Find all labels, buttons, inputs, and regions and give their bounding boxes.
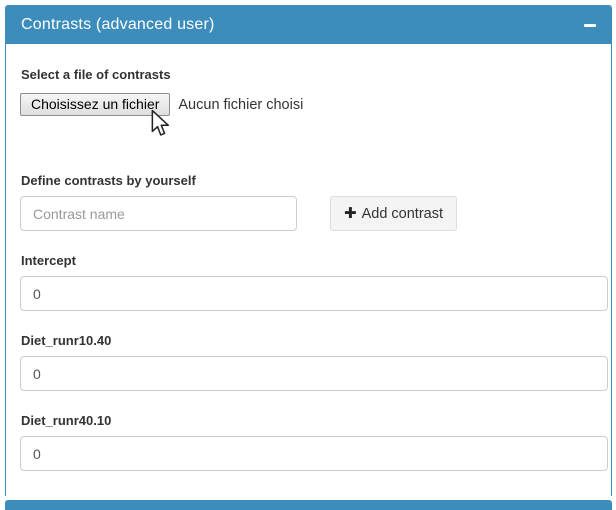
file-input-group: Select a file of contrasts Choisissez un… (15, 66, 601, 116)
contrast-field-label: Diet_runr40.10 (21, 412, 601, 430)
contrasts-panel: Contrasts (advanced user) Select a file … (5, 5, 612, 496)
contrast-value-input[interactable] (20, 276, 608, 311)
panel-header[interactable]: Contrasts (advanced user) (6, 6, 611, 44)
panel-body: Select a file of contrasts Choisissez un… (6, 44, 611, 496)
choose-file-button[interactable]: Choisissez un fichier (20, 93, 170, 116)
file-section-label: Select a file of contrasts (21, 66, 601, 84)
define-section-label: Define contrasts by yourself (21, 172, 601, 190)
contrast-name-input[interactable] (20, 196, 297, 231)
file-status-text: Aucun fichier choisi (178, 97, 303, 113)
next-panel-header[interactable] (5, 500, 612, 510)
contrast-field-diet-runr40-10: Diet_runr40.10 (15, 412, 601, 471)
contrast-field-label: Diet_runr10.40 (21, 332, 601, 350)
plus-icon: ✚ (344, 206, 357, 221)
define-contrasts-group: Define contrasts by yourself ✚ Add contr… (15, 172, 601, 231)
add-contrast-button[interactable]: ✚ Add contrast (330, 196, 457, 231)
panel-title: Contrasts (advanced user) (21, 16, 215, 34)
collapse-minus-icon[interactable] (584, 24, 596, 27)
contrast-field-diet-runr10-40: Diet_runr10.40 (15, 332, 601, 391)
contrast-value-input[interactable] (20, 356, 608, 391)
contrast-value-input[interactable] (20, 436, 608, 471)
contrast-field-label: Intercept (21, 252, 601, 270)
contrast-field-intercept: Intercept (15, 252, 601, 311)
add-contrast-label: Add contrast (362, 206, 443, 222)
page: Contrasts (advanced user) Select a file … (0, 5, 616, 491)
file-input-row: Choisissez un fichier Aucun fichier choi… (20, 93, 601, 116)
define-contrasts-row: ✚ Add contrast (15, 196, 601, 231)
